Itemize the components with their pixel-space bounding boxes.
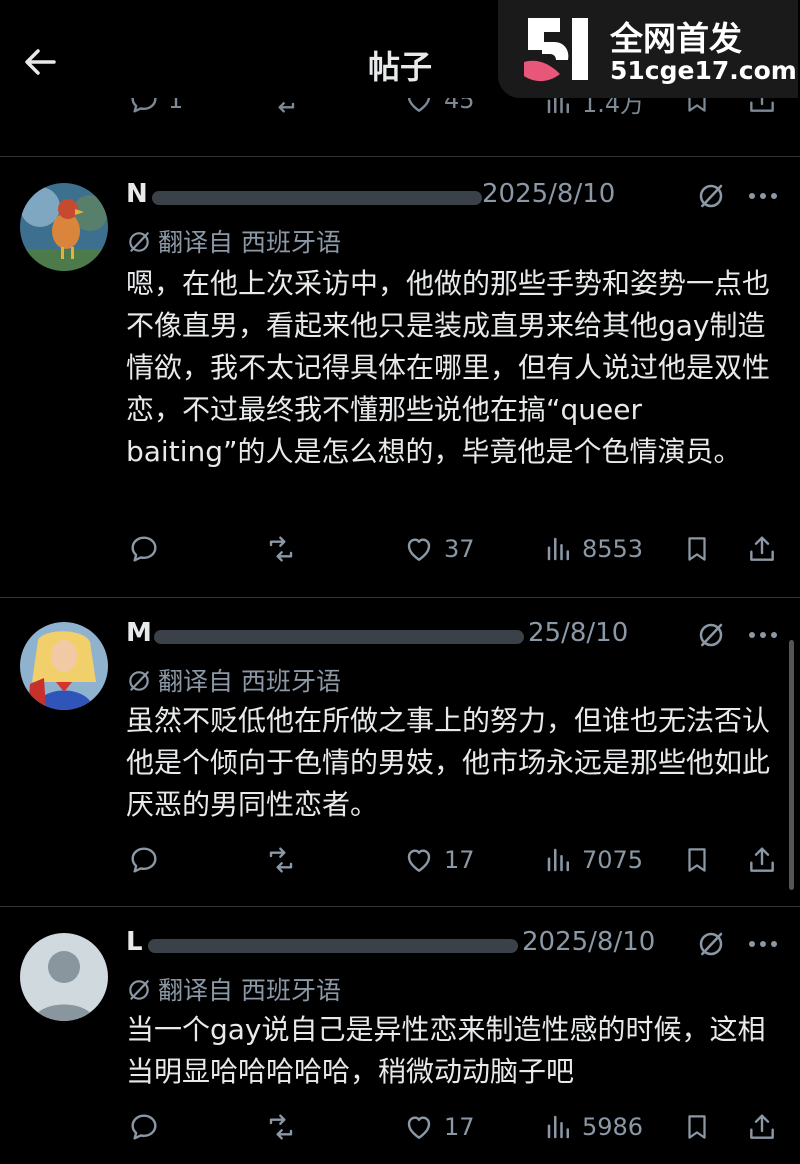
views-button[interactable]: 5986 — [544, 1111, 643, 1143]
translated-label: 翻译自 西班牙语 — [158, 667, 341, 696]
grok-icon[interactable] — [696, 620, 726, 650]
post[interactable]: L 2025/8/10 翻译自 西班牙语 当一个gay说自己是异性恋来制造性感的… — [0, 907, 800, 1164]
translate-icon — [129, 980, 149, 1000]
reply-button[interactable] — [128, 533, 160, 565]
views-button[interactable]: 8553 — [544, 533, 643, 565]
like-count: 45 — [444, 98, 475, 114]
post[interactable]: M 25/8/10 翻译自 西班牙语 虽然不贬低他在所做之事上的努力，但谁也无法… — [0, 598, 800, 906]
bookmark-icon[interactable] — [682, 844, 712, 876]
reply-button[interactable] — [128, 1111, 160, 1143]
post-text: 嗯，在他上次采访中，他做的那些手势和姿势一点也不像直男，看起来他只是装成直男来给… — [126, 267, 771, 468]
like-button[interactable]: 17 — [402, 844, 475, 876]
retweet-button[interactable] — [264, 844, 298, 876]
post-date: 25/8/10 — [528, 618, 629, 648]
retweet-button[interactable] — [264, 533, 298, 565]
post-date: 2025/8/10 — [482, 179, 616, 209]
more-icon[interactable] — [746, 620, 780, 650]
post-actions: 17 5986 — [0, 1109, 800, 1149]
view-count: 7075 — [582, 846, 644, 874]
like-count: 17 — [444, 1113, 475, 1141]
username[interactable]: M — [126, 618, 152, 648]
reply-button[interactable]: 1 — [128, 98, 183, 116]
reply-count: 1 — [168, 98, 184, 114]
previous-post-actions: 1 45 1.4万 — [0, 98, 800, 128]
scrollbar[interactable] — [789, 640, 794, 890]
blurred-handle — [148, 939, 518, 953]
watermark-logo — [524, 18, 588, 82]
reply-button[interactable] — [128, 844, 160, 876]
bookmark-icon[interactable] — [682, 533, 712, 565]
post[interactable]: N 2025/8/10 翻译自 西班牙语 嗯，在他上次采访中，他做的那些手势和姿… — [0, 157, 800, 597]
like-button[interactable]: 37 — [402, 533, 475, 565]
translated-from[interactable]: 翻译自 西班牙语 — [126, 971, 341, 1007]
watermark: 全网首发 51cge17.com — [498, 0, 798, 98]
grok-icon[interactable] — [696, 929, 726, 959]
views-button[interactable]: 7075 — [544, 844, 643, 876]
view-count: 1.4万 — [582, 98, 645, 118]
post-date: 2025/8/10 — [522, 927, 656, 957]
blurred-handle — [152, 191, 482, 205]
share-icon[interactable] — [746, 1111, 778, 1143]
like-count: 37 — [444, 535, 475, 563]
translate-icon — [129, 671, 149, 691]
watermark-line2: 51cge17.com — [610, 56, 797, 85]
avatar[interactable] — [20, 933, 108, 1021]
share-icon[interactable] — [746, 533, 778, 565]
like-button[interactable]: 45 — [402, 98, 475, 116]
post-actions: 37 8553 — [0, 531, 800, 571]
username[interactable]: N — [126, 179, 148, 209]
avatar[interactable] — [20, 622, 108, 710]
translated-label: 翻译自 西班牙语 — [158, 228, 341, 257]
share-icon[interactable] — [746, 98, 778, 116]
view-count: 5986 — [582, 1113, 644, 1141]
translate-icon — [129, 232, 149, 252]
translated-from[interactable]: 翻译自 西班牙语 — [126, 223, 341, 259]
translated-from[interactable]: 翻译自 西班牙语 — [126, 662, 341, 698]
retweet-button[interactable] — [266, 98, 300, 116]
like-count: 17 — [444, 846, 475, 874]
like-button[interactable]: 17 — [402, 1111, 475, 1143]
avatar[interactable] — [20, 183, 108, 271]
post-text: 虽然不贬低他在所做之事上的努力，但谁也无法否认他是个倾向于色情的男妓，他市场永远… — [126, 704, 771, 821]
retweet-button[interactable] — [264, 1111, 298, 1143]
post-actions: 17 7075 — [0, 842, 800, 882]
bookmark-icon[interactable] — [682, 98, 712, 116]
views-button[interactable]: 1.4万 — [544, 98, 644, 119]
share-icon[interactable] — [746, 844, 778, 876]
translated-label: 翻译自 西班牙语 — [158, 976, 341, 1005]
bookmark-icon[interactable] — [682, 1111, 712, 1143]
username[interactable]: L — [126, 927, 143, 957]
more-icon[interactable] — [746, 181, 780, 211]
more-icon[interactable] — [746, 929, 780, 959]
watermark-line1: 全网首发 — [610, 19, 742, 58]
view-count: 8553 — [582, 535, 644, 563]
grok-icon[interactable] — [696, 181, 726, 211]
post-text: 当一个gay说自己是异性恋来制造性感的时候，这相当明显哈哈哈哈哈，稍微动动脑子吧 — [126, 1013, 766, 1088]
blurred-handle — [154, 630, 524, 644]
